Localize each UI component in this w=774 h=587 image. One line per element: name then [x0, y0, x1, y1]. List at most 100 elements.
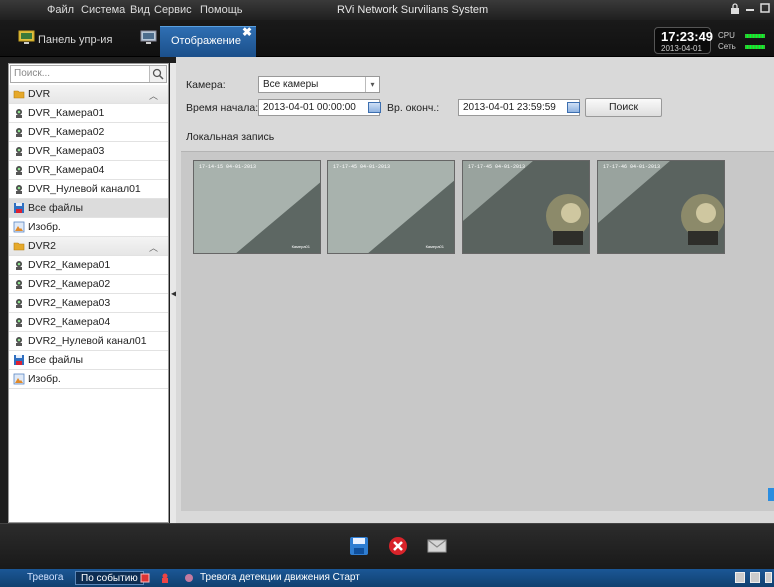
start-time-label: Время начала: [186, 102, 259, 114]
tree-item-label: DVR2 [28, 240, 57, 252]
end-time-field[interactable]: 2013-04-01 23:59:59 [458, 99, 580, 116]
alarm-person-icon[interactable] [160, 573, 169, 583]
alarm-red-icon[interactable] [140, 573, 150, 583]
camera-select[interactable]: Все камеры ▾ [258, 76, 380, 93]
tree-item[interactable]: DVR_Нулевой канал01 [9, 180, 168, 199]
cpu-meter [745, 34, 765, 38]
tree-item[interactable]: Все файлы [9, 351, 168, 370]
tab-alarm[interactable]: Тревога [22, 571, 68, 585]
end-time-value: 2013-04-01 23:59:59 [463, 102, 556, 113]
camera-icon [13, 183, 25, 195]
maximize-icon[interactable] [759, 3, 771, 15]
thumbnail-image [194, 161, 320, 253]
start-time-value: 2013-04-01 00:00:00 [263, 102, 356, 113]
chevron-up-icon[interactable]: ︿ [149, 241, 158, 254]
search-icon[interactable] [149, 66, 166, 82]
folder-icon [13, 240, 25, 252]
video-thumbnail[interactable]: 17-14-15 04-01-2013 Камера01 [193, 160, 321, 254]
monitor-icon [18, 30, 35, 45]
tree-item[interactable]: DVR2_Камера02 [9, 275, 168, 294]
thumbnail-camera: Камера01 [425, 244, 444, 249]
thumbnail-camera: Камера01 [291, 244, 310, 249]
tree-item[interactable]: DVR2_Камера04 [9, 313, 168, 332]
settings-icon[interactable] [765, 572, 772, 583]
chevron-down-icon[interactable]: ▾ [365, 77, 379, 92]
tab-control-panel-label: Панель упр-ия [38, 34, 113, 46]
tree-item[interactable]: Изобр. [9, 370, 168, 389]
lock-icon[interactable] [729, 3, 741, 15]
thumbnail-timestamp: 17-17-46 04-01-2013 [603, 164, 661, 170]
camera-icon [13, 107, 25, 119]
video-thumbnail[interactable]: 17-17-45 04-01-2013 Камера01 [327, 160, 455, 254]
results-area: 17-14-15 04-01-2013 Камера01 17-17-45 04… [181, 151, 774, 511]
start-time-field[interactable]: 2013-04-01 00:00:00 [258, 99, 380, 116]
tree-item[interactable]: DVR2_Камера03 [9, 294, 168, 313]
delete-icon[interactable] [388, 536, 408, 556]
net-label: Сеть [718, 42, 736, 51]
tree-item-label: DVR_Камера03 [28, 145, 105, 157]
tree-item[interactable]: DVR2_Камера01 [9, 256, 168, 275]
app-title: RVi Network Survilians System [337, 4, 489, 16]
tree-item[interactable]: Все файлы [9, 199, 168, 218]
tree-group[interactable]: DVR ︿ [9, 85, 168, 104]
thumbnail-image [328, 161, 454, 253]
tree-item-label: Изобр. [28, 221, 61, 233]
menu-view[interactable]: Вид [130, 4, 150, 16]
camera-icon [13, 126, 25, 138]
tree-item[interactable]: DVR_Камера02 [9, 123, 168, 142]
calendar-icon[interactable] [368, 102, 381, 113]
tree-group[interactable]: DVR2 ︿ [9, 237, 168, 256]
tree-item-label: Изобр. [28, 373, 61, 385]
tree-item[interactable]: DVR2_Нулевой канал01 [9, 332, 168, 351]
tree-item-label: DVR_Нулевой канал01 [28, 183, 141, 195]
end-time-label: Вр. оконч.: [387, 102, 440, 114]
monitor-status-icon[interactable] [750, 572, 760, 583]
menu-bar: Файл Система Вид Сервис Помощь RVi Netwo… [0, 0, 774, 20]
tab-event[interactable]: По событию [75, 571, 144, 585]
search-button[interactable]: Поиск [585, 98, 662, 117]
save-icon[interactable] [349, 536, 369, 556]
email-icon[interactable] [427, 536, 447, 556]
search-input[interactable]: Поиск... [14, 68, 50, 79]
video-thumbnail[interactable]: 17-17-46 04-01-2013 [597, 160, 725, 254]
tree-item[interactable]: Изобр. [9, 218, 168, 237]
clock-widget: 17:23:49 2013-04-01 [654, 27, 714, 54]
camera-icon [13, 145, 25, 157]
thumbnail-timestamp: 17-14-15 04-01-2013 [199, 164, 257, 170]
tree-item-label: Все файлы [28, 202, 84, 214]
network-icon[interactable] [735, 572, 745, 583]
menu-file[interactable]: Файл [47, 4, 74, 16]
minimize-icon[interactable] [744, 3, 756, 15]
tree-item-label: DVR_Камера01 [28, 107, 105, 119]
device-tree-panel: Поиск... DVR ︿ DVR_Камера01 DVR_Камера02 DVR… [8, 63, 169, 523]
thumbnail-timestamp: 17-17-45 04-01-2013 [468, 164, 526, 170]
tree-item[interactable]: DVR_Камера03 [9, 142, 168, 161]
cpu-label: CPU [718, 31, 735, 40]
tab-control-panel[interactable]: Панель упр-ия [12, 26, 134, 57]
display-icon [140, 26, 157, 57]
search-box[interactable]: Поиск... [10, 65, 167, 83]
scroll-right-button[interactable] [768, 488, 774, 501]
menu-system[interactable]: Система [81, 4, 125, 16]
video-thumbnail[interactable]: 17-17-45 04-01-2013 [462, 160, 590, 254]
tree-item-label: Все файлы [28, 354, 84, 366]
menu-help[interactable]: Помощь [200, 4, 243, 16]
calendar-icon[interactable] [567, 102, 580, 113]
camera-label: Камера: [186, 79, 226, 91]
save-files-icon [13, 202, 25, 214]
chevron-up-icon[interactable]: ︿ [149, 89, 158, 102]
tab-display-label: Отображение [171, 35, 241, 47]
clock-time: 17:23:49 [661, 29, 714, 44]
tab-display[interactable]: Отображение ✖ [160, 25, 256, 57]
section-title: Локальная запись [186, 131, 275, 143]
thumbnail-timestamp: 17-17-45 04-01-2013 [333, 164, 391, 170]
thumbnail-image [463, 161, 589, 253]
menu-service[interactable]: Сервис [154, 4, 192, 16]
camera-icon [13, 164, 25, 176]
close-icon[interactable]: ✖ [242, 25, 252, 39]
tree-item-label: DVR2_Камера01 [28, 259, 111, 271]
tree-item[interactable]: DVR_Камера01 [9, 104, 168, 123]
camera-icon [13, 297, 25, 309]
tree-item-label: DVR2_Камера03 [28, 297, 111, 309]
tree-item[interactable]: DVR_Камера04 [9, 161, 168, 180]
